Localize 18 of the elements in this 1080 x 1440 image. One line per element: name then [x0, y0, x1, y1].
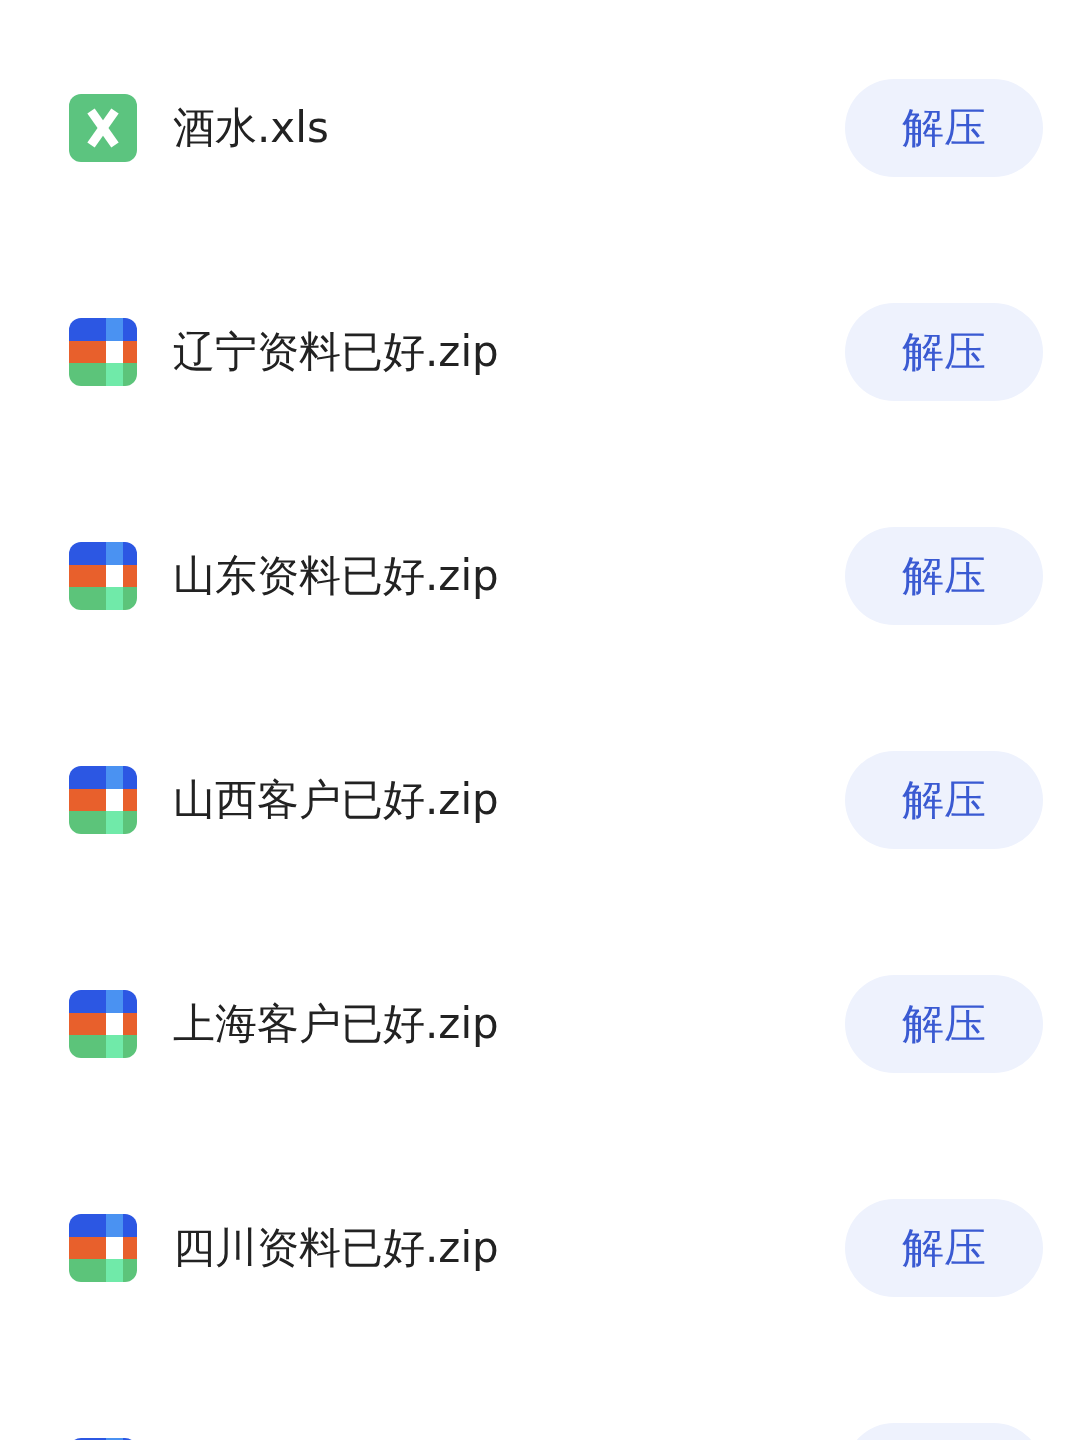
file-name: 山东资料已好.zip — [173, 550, 500, 602]
color-grid-icon — [69, 318, 137, 386]
file-name: 酒水.xls — [173, 102, 330, 154]
extract-button[interactable]: 解压 — [845, 751, 1043, 849]
file-name: 四川资料已好.zip — [173, 1222, 500, 1274]
extract-button[interactable]: 解压 — [845, 1199, 1043, 1297]
color-grid-icon — [69, 542, 137, 610]
extract-button[interactable]: 解压 — [845, 975, 1043, 1073]
file-name: 辽宁资料已好.zip — [173, 326, 500, 378]
file-name: 上海客户已好.zip — [173, 998, 500, 1050]
spreadsheet-icon — [69, 94, 137, 162]
extract-button[interactable]: 解压 — [845, 79, 1043, 177]
file-name: 山西客户已好.zip — [173, 774, 500, 826]
color-grid-icon — [69, 766, 137, 834]
color-grid-icon — [69, 990, 137, 1058]
extract-button[interactable]: 解压 — [845, 303, 1043, 401]
color-grid-icon — [69, 1214, 137, 1282]
extract-button[interactable]: 解压 — [845, 527, 1043, 625]
